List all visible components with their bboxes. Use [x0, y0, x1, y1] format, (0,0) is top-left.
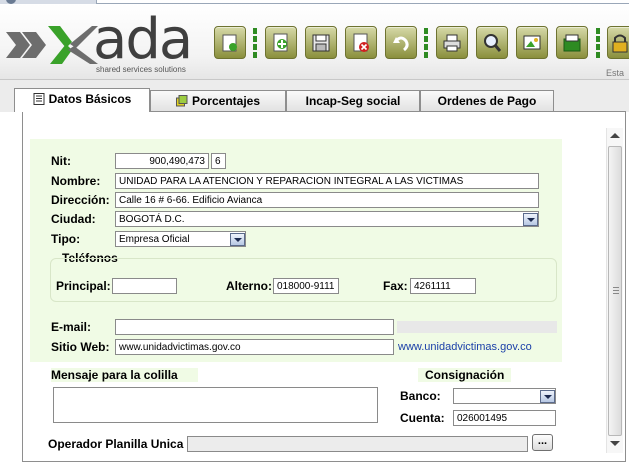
new-document-button[interactable] — [265, 26, 297, 59]
tipo-label: Tipo: — [51, 232, 81, 246]
ciudad-label: Ciudad: — [51, 212, 96, 226]
ciudad-dropdown-icon[interactable] — [523, 213, 538, 226]
cuenta-input[interactable]: 026001495 — [453, 410, 556, 426]
print-button[interactable] — [436, 26, 468, 59]
export-excel-button[interactable] — [556, 26, 588, 59]
tab-porcentajes[interactable]: Porcentajes — [150, 90, 286, 111]
tab-ordenes-de-pago[interactable]: Ordenes de Pago — [420, 90, 554, 111]
direccion-label: Dirección: — [51, 193, 110, 207]
email-input[interactable] — [115, 319, 394, 335]
save-button[interactable] — [305, 26, 337, 59]
scroll-down-icon[interactable] — [610, 441, 620, 446]
principal-label: Principal: — [56, 279, 111, 293]
export-image-button[interactable] — [516, 26, 548, 59]
mensaje-colilla-textarea[interactable] — [53, 387, 378, 423]
logo-tagline: shared services solutions — [96, 65, 186, 74]
tab-label: Porcentajes — [191, 94, 261, 108]
toolbar-separator — [424, 28, 428, 58]
consignacion-legend: Consignación — [418, 368, 512, 382]
magnifier-icon — [484, 34, 501, 52]
banco-label: Banco: — [400, 389, 441, 403]
tab-datos-basicos[interactable]: Datos Básicos — [14, 88, 150, 112]
scroll-thumb[interactable] — [608, 146, 622, 436]
delete-button[interactable] — [345, 26, 377, 59]
percent-icon — [175, 95, 188, 107]
toolbar-overflow-label: Esta — [606, 68, 625, 78]
floppy-disk-icon — [312, 34, 330, 52]
ciudad-select[interactable]: BOGOTÁ D.C. — [115, 211, 539, 227]
alterno-phone-input[interactable]: 018000-9111 — [273, 278, 339, 294]
email-info-bar — [397, 321, 557, 333]
fax-input[interactable]: 4261111 — [410, 278, 476, 294]
email-label: E-mail: — [51, 320, 92, 334]
operador-planilla-input[interactable] — [187, 436, 528, 452]
nit-check-digit-input[interactable]: 6 — [211, 153, 226, 169]
tab-label: Datos Básicos — [48, 92, 132, 106]
logo-wordmark: ada — [93, 7, 193, 72]
nombre-input[interactable]: UNIDAD PARA LA ATENCION Y REPARACION INT… — [115, 173, 539, 189]
tipo-select[interactable]: Empresa Oficial — [115, 231, 246, 247]
sitio-web-label: Sitio Web: — [51, 340, 110, 354]
nombre-label: Nombre: — [51, 174, 101, 188]
nit-label: Nit: — [51, 154, 71, 168]
document-list-icon — [33, 93, 45, 105]
printer-icon — [443, 34, 461, 52]
scroll-up-icon[interactable] — [610, 133, 620, 138]
lock-icon — [612, 34, 628, 53]
search-button[interactable] — [476, 26, 508, 59]
operador-browse-button[interactable]: ... — [532, 434, 553, 451]
undo-icon — [393, 36, 409, 52]
lock-button[interactable] — [607, 26, 629, 59]
alterno-label: Alterno: — [226, 279, 272, 293]
principal-phone-input[interactable] — [112, 278, 177, 294]
ada-logo-icon — [6, 26, 98, 64]
excel-export-icon — [563, 34, 581, 52]
tab-label: Ordenes de Pago — [437, 94, 537, 108]
delete-icon — [353, 33, 369, 52]
toolbar-separator — [253, 28, 257, 58]
banco-dropdown-icon[interactable] — [540, 390, 555, 403]
direccion-input[interactable]: Calle 16 # 6-66. Edificio Avianca — [115, 192, 539, 208]
sitio-web-link[interactable]: www.unidadvictimas.gov.co — [398, 341, 532, 353]
tipo-dropdown-icon[interactable] — [230, 233, 245, 246]
mensaje-colilla-label: Mensaje para la colilla — [51, 368, 198, 382]
toolbar-separator — [596, 28, 600, 58]
app-header: ada shared services solutions Esta — [0, 4, 629, 80]
cuenta-label: Cuenta: — [400, 411, 445, 425]
vertical-scrollbar[interactable] — [606, 128, 623, 453]
open-folder-button[interactable] — [214, 26, 246, 59]
fax-label: Fax: — [383, 279, 408, 293]
tab-label: Incap-Seg social — [305, 94, 401, 108]
image-export-icon — [523, 35, 541, 50]
operador-planilla-label: Operador Planilla Unica — [48, 437, 184, 451]
folder-icon — [222, 34, 237, 52]
sitio-web-input[interactable]: www.unidadvictimas.gov.co — [115, 339, 394, 355]
tab-incap-seg-social[interactable]: Incap-Seg social — [286, 90, 420, 111]
grip-icon — [613, 287, 619, 294]
new-document-icon — [273, 33, 288, 52]
undo-button[interactable] — [385, 26, 417, 59]
nit-input[interactable]: 900,490,473 — [115, 153, 209, 169]
